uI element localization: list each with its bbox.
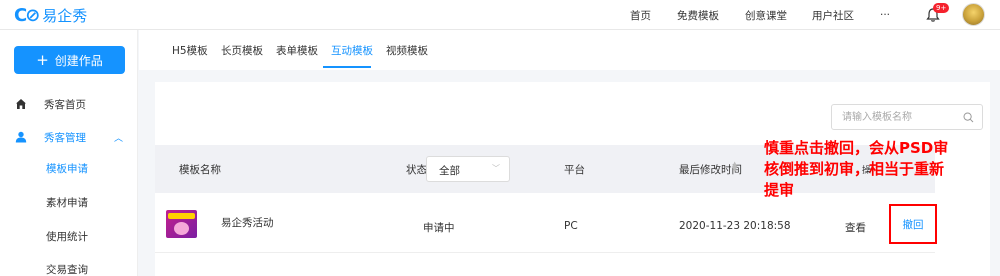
column-header-action: 操 bbox=[862, 166, 872, 176]
sidebar-sub-transaction-query[interactable]: 交易查询 bbox=[46, 262, 88, 276]
active-tab-indicator bbox=[323, 66, 371, 68]
tab-long-page[interactable]: 长页模板 bbox=[221, 43, 263, 58]
tab-form[interactable]: 表单模板 bbox=[276, 43, 318, 58]
thumbnail-graphic bbox=[174, 222, 189, 235]
template-status: 申请中 bbox=[423, 222, 455, 234]
tab-video[interactable]: 视频模板 bbox=[386, 43, 428, 58]
nav-more[interactable]: ··· bbox=[880, 9, 890, 21]
top-bar: C⊘ 易企秀 首页 免费模板 创意课堂 用户社区 ··· 9+ bbox=[0, 0, 1000, 30]
search-box bbox=[831, 104, 983, 130]
sidebar-item-label: 秀客首页 bbox=[44, 98, 86, 111]
tab-interactive[interactable]: 互动模板 bbox=[331, 43, 373, 58]
plus-icon: + bbox=[36, 51, 49, 69]
template-thumbnail[interactable] bbox=[166, 210, 197, 238]
sidebar-sub-template-apply[interactable]: 模板申请 bbox=[46, 161, 88, 176]
template-tabs: H5模板 长页模板 表单模板 互动模板 视频模板 bbox=[139, 30, 1000, 70]
user-icon bbox=[15, 131, 27, 143]
thumbnail-banner bbox=[168, 213, 195, 219]
logo-text: 易企秀 bbox=[42, 6, 88, 25]
tab-h5[interactable]: H5模板 bbox=[172, 43, 208, 58]
sidebar-sub-usage-stats[interactable]: 使用统计 bbox=[46, 229, 88, 244]
search-icon[interactable] bbox=[963, 112, 974, 123]
sort-icon[interactable]: ▲ ▼ bbox=[732, 161, 737, 173]
sidebar-sub-material-apply[interactable]: 素材申请 bbox=[46, 195, 88, 210]
chevron-down-icon: ﹀ bbox=[492, 164, 500, 173]
column-header-platform: 平台 bbox=[564, 164, 585, 176]
search-input[interactable] bbox=[832, 105, 952, 129]
avatar[interactable] bbox=[962, 3, 985, 26]
status-filter-select[interactable]: 全部 ﹀ bbox=[426, 156, 510, 182]
column-header-name: 模板名称 bbox=[179, 164, 221, 176]
nav-creative-class[interactable]: 创意课堂 bbox=[745, 8, 787, 23]
create-work-button[interactable]: + 创建作品 bbox=[14, 46, 125, 74]
logo-mark: C⊘ bbox=[14, 4, 40, 26]
annotation-line-3: 提审 bbox=[764, 181, 795, 199]
sidebar-item-manage[interactable]: 秀客管理 ︿ bbox=[0, 127, 138, 147]
chevron-up-icon[interactable]: ︿ bbox=[114, 131, 123, 144]
nav-community[interactable]: 用户社区 bbox=[812, 8, 854, 23]
logo[interactable]: C⊘ 易企秀 bbox=[14, 4, 88, 26]
table-row: 易企秀活动 申请中 PC 2020-11-23 20:18:58 查看 撤回 bbox=[155, 193, 937, 253]
sidebar-item-label: 秀客管理 bbox=[44, 131, 86, 144]
template-platform: PC bbox=[564, 220, 578, 232]
nav-free-templates[interactable]: 免费模板 bbox=[677, 8, 719, 23]
template-modified-time: 2020-11-23 20:18:58 bbox=[679, 220, 791, 232]
view-link[interactable]: 查看 bbox=[845, 220, 866, 235]
status-filter-value: 全部 bbox=[439, 165, 460, 177]
column-header-status: 状态 bbox=[406, 164, 427, 176]
sidebar-item-home[interactable]: 秀客首页 bbox=[0, 94, 138, 114]
withdraw-button[interactable]: 撤回 bbox=[889, 204, 937, 244]
template-name: 易企秀活动 bbox=[221, 217, 274, 229]
withdraw-label: 撤回 bbox=[902, 218, 924, 231]
sidebar: + 创建作品 秀客首页 秀客管理 ︿ 模板申请 素材申请 使用统计 交易查询 bbox=[0, 30, 138, 276]
annotation-line-1: 慎重点击撤回，会从PSD审 bbox=[764, 139, 949, 157]
create-work-label: 创建作品 bbox=[54, 53, 103, 68]
notification-badge: 9+ bbox=[933, 3, 950, 13]
nav-home[interactable]: 首页 bbox=[630, 8, 651, 23]
home-icon bbox=[16, 99, 26, 109]
